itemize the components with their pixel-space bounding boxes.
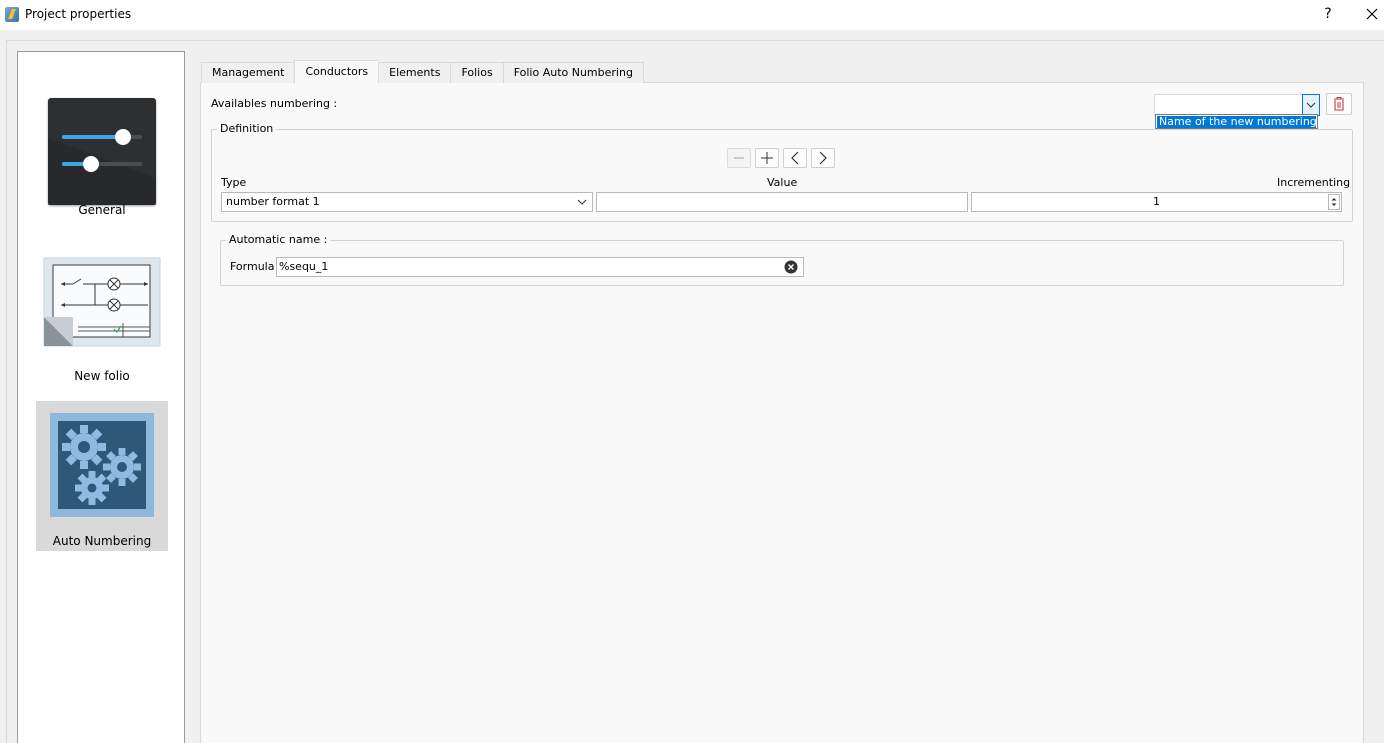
dropdown-option-new-numbering[interactable]: Name of the new numbering [1157, 116, 1316, 128]
type-column-label: Type [221, 176, 247, 189]
move-right-button[interactable] [811, 148, 835, 168]
increment-spinbox[interactable]: 1 [971, 192, 1342, 212]
tab-elements[interactable]: Elements [378, 62, 451, 83]
definition-group-title: Definition [217, 122, 277, 135]
type-select-value: number format 1 [226, 195, 320, 208]
window-title: Project properties [25, 7, 132, 21]
automatic-name-group-title: Automatic name : [226, 233, 331, 246]
chevron-right-icon [819, 151, 827, 165]
folio-schematic-icon [43, 257, 161, 347]
clear-icon[interactable] [784, 260, 798, 274]
sliders-icon [48, 98, 156, 205]
spin-buttons[interactable] [1328, 194, 1340, 210]
formula-input[interactable]: %sequ_1 [276, 257, 804, 277]
close-icon [1366, 8, 1378, 20]
sidebar-item-label: Auto Numbering [52, 534, 152, 548]
numbering-combo[interactable] [1154, 94, 1320, 116]
chevron-down-icon [577, 199, 587, 205]
sidebar-item-label: New folio [74, 369, 130, 383]
help-button[interactable]: ? [1318, 4, 1338, 24]
sidebar-item-label: General [78, 203, 126, 217]
sidebar-item-new-folio[interactable]: New folio [36, 235, 168, 385]
value-column-label: Value [767, 176, 798, 189]
sidebar-item-auto-numbering[interactable]: Auto Numbering [36, 401, 168, 551]
tab-folio-auto-numbering[interactable]: Folio Auto Numbering [502, 62, 644, 83]
tab-folios[interactable]: Folios [450, 62, 503, 83]
delete-numbering-button[interactable] [1326, 93, 1352, 115]
formula-value: %sequ_1 [279, 260, 329, 273]
type-select[interactable]: number format 1 [221, 192, 593, 212]
chevron-down-icon [1306, 102, 1316, 108]
app-logo-icon [5, 7, 19, 22]
spin-up-down-icon [1331, 198, 1337, 206]
formula-label: Formula [230, 260, 275, 273]
tab-conductors[interactable]: Conductors [294, 60, 379, 83]
tab-bar: Management Conductors Elements Folios Fo… [201, 60, 644, 83]
add-part-button[interactable] [755, 148, 779, 168]
title-bar: Project properties ? [0, 0, 1384, 30]
sidebar-item-general[interactable]: General [36, 69, 168, 219]
increment-column-label: Incrementing [1277, 176, 1351, 189]
minus-icon [734, 157, 744, 159]
move-left-button[interactable] [783, 148, 807, 168]
remove-part-button[interactable] [727, 148, 751, 168]
tab-management[interactable]: Management [201, 62, 295, 83]
increment-value: 1 [1153, 195, 1160, 208]
chevron-left-icon [791, 151, 799, 165]
combo-dropdown-button[interactable] [1302, 94, 1320, 116]
plus-icon [761, 152, 773, 164]
numbering-dropdown-list[interactable]: Name of the new numbering [1155, 114, 1318, 129]
available-numbering-label: Availables numbering : [211, 97, 338, 110]
trash-icon [1334, 96, 1344, 111]
settings-category-list[interactable]: General New folio Auto Numbering [17, 51, 185, 743]
gears-icon [50, 413, 154, 517]
close-button[interactable] [1362, 4, 1382, 24]
value-input[interactable] [596, 192, 968, 212]
